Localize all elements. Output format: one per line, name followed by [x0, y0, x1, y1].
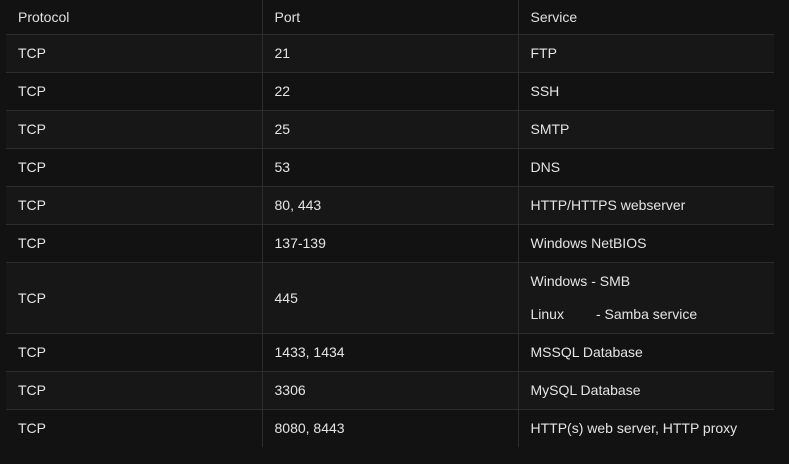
cell-port: 53	[262, 148, 519, 186]
cell-service-multiline: Windows - SMB Linux - Samba service	[518, 262, 774, 333]
cell-protocol: TCP	[6, 262, 263, 333]
cell-protocol: TCP	[6, 371, 263, 409]
cell-port: 8080, 8443	[262, 409, 519, 447]
table-row: TCP 53 DNS	[6, 148, 774, 186]
service-desc-samba: - Samba service	[595, 305, 698, 322]
table-row: TCP 80, 443 HTTP/HTTPS webserver	[6, 186, 774, 224]
cell-service: MySQL Database	[530, 382, 641, 398]
cell-protocol: TCP	[6, 110, 263, 148]
table-row: TCP 25 SMTP	[6, 110, 774, 148]
cell-protocol: TCP	[6, 186, 263, 224]
cell-protocol: TCP	[6, 34, 263, 72]
header-protocol: Protocol	[6, 0, 263, 34]
cell-protocol: TCP	[6, 333, 263, 371]
table-row: TCP 3306 MySQL Database	[6, 371, 774, 409]
cell-service: FTP	[530, 45, 557, 61]
table-row: TCP 8080, 8443 HTTP(s) web server, HTTP …	[6, 409, 774, 447]
cell-service: HTTP/HTTPS webserver	[530, 197, 686, 213]
table-row: TCP 1433, 1434 MSSQL Database	[6, 333, 774, 371]
header-port: Port	[262, 0, 519, 34]
table-row: TCP 21 FTP	[6, 34, 774, 72]
cell-port: 21	[262, 34, 519, 72]
cell-protocol: TCP	[6, 148, 263, 186]
cell-port: 3306	[262, 371, 519, 409]
cell-protocol: TCP	[6, 409, 263, 447]
service-line-windows: Windows - SMB	[531, 265, 775, 298]
service-desc-smb: - SMB	[591, 272, 631, 289]
cell-service: MSSQL Database	[530, 344, 643, 360]
table-row: TCP 22 SSH	[6, 72, 774, 110]
cell-port: 137-139	[262, 224, 519, 262]
cell-service: SMTP	[530, 121, 570, 137]
service-line-linux: Linux - Samba service	[531, 298, 775, 331]
cell-port: 25	[262, 110, 519, 148]
table-header-row: Protocol Port Service	[6, 0, 774, 34]
cell-service: DNS	[530, 159, 561, 175]
ports-table: Protocol Port Service TCP 21 FTP TCP 22 …	[6, 0, 774, 447]
cell-service: Windows NetBIOS	[530, 235, 647, 251]
service-os-linux: Linux	[530, 305, 564, 322]
cell-port: 1433, 1434	[262, 333, 519, 371]
service-os-windows: Windows	[530, 272, 588, 289]
cell-port: 445	[262, 262, 519, 333]
cell-port: 22	[262, 72, 519, 110]
cell-service: HTTP(s) web server, HTTP proxy	[530, 420, 738, 437]
cell-protocol: TCP	[6, 224, 263, 262]
ports-table-container: Protocol Port Service TCP 21 FTP TCP 22 …	[6, 0, 774, 447]
cell-port: 80, 443	[262, 186, 519, 224]
cell-service: SSH	[530, 83, 560, 99]
table-row: TCP 445 Windows - SMB Linux - Samba servi…	[6, 262, 774, 333]
table-row: TCP 137-139 Windows NetBIOS	[6, 224, 774, 262]
cell-protocol: TCP	[6, 72, 263, 110]
header-service: Service	[530, 8, 578, 25]
